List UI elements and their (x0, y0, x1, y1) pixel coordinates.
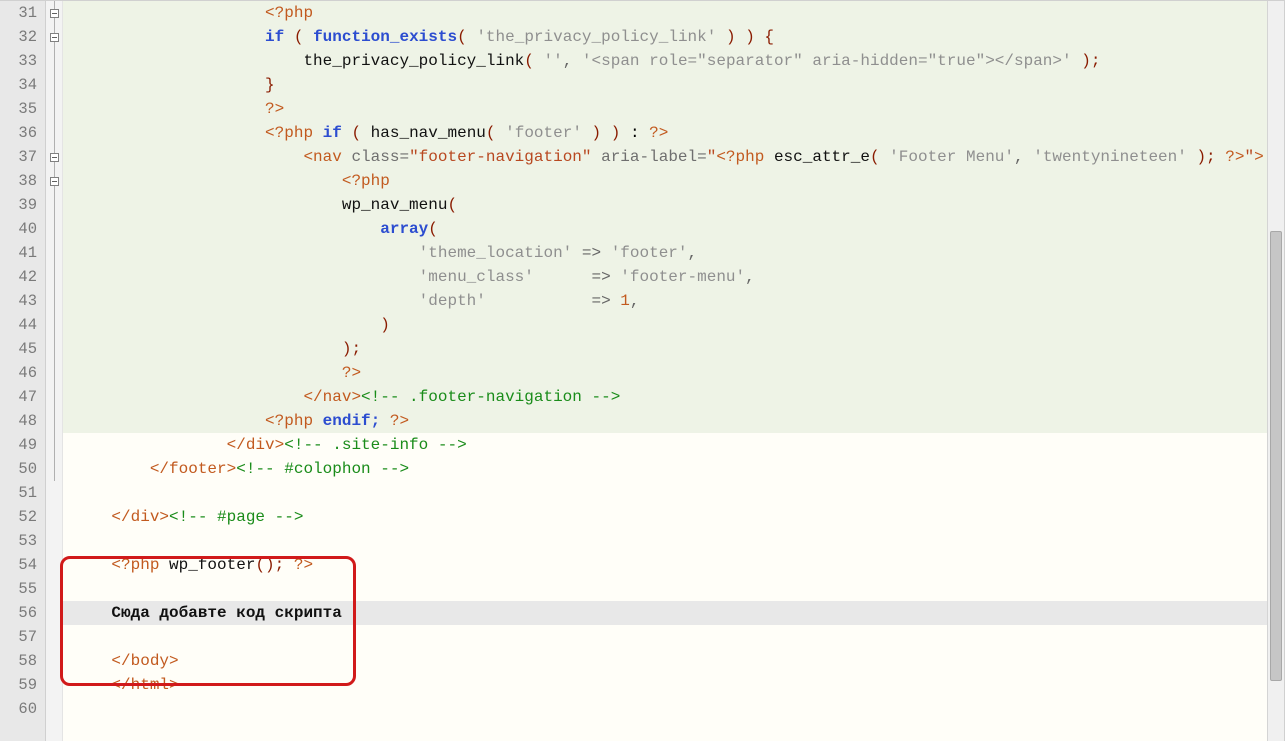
line-number: 47 (0, 385, 37, 409)
code-line[interactable]: </body> (63, 649, 1284, 673)
code-line[interactable]: </footer><!-- #colophon --> (63, 457, 1284, 481)
code-line[interactable]: <nav class="footer-navigation" aria-labe… (63, 145, 1284, 169)
scrollbar-thumb[interactable] (1270, 231, 1282, 681)
line-number: 36 (0, 121, 37, 145)
annotation-text: Сюда добавте код скрипта (111, 604, 341, 622)
code-line[interactable]: <?php if ( has_nav_menu( 'footer' ) ) : … (63, 121, 1284, 145)
line-number: 31 (0, 1, 37, 25)
line-number: 55 (0, 577, 37, 601)
code-line[interactable]: <?php (63, 169, 1284, 193)
line-number: 41 (0, 241, 37, 265)
code-line[interactable]: <?php wp_footer(); ?> (63, 553, 1284, 577)
line-number: 50 (0, 457, 37, 481)
line-number: 38 (0, 169, 37, 193)
code-line[interactable]: </nav><!-- .footer-navigation --> (63, 385, 1284, 409)
line-number: 40 (0, 217, 37, 241)
fold-toggle-icon[interactable] (50, 33, 59, 42)
line-number-gutter: 31 32 33 34 35 36 37 38 39 40 41 42 43 4… (0, 1, 46, 741)
code-line[interactable]: the_privacy_policy_link( '', '<span role… (63, 49, 1284, 73)
line-number: 56 (0, 601, 37, 625)
code-line[interactable]: <?php endif; ?> (63, 409, 1284, 433)
code-line[interactable] (63, 697, 1284, 721)
line-number: 45 (0, 337, 37, 361)
code-line[interactable] (63, 625, 1284, 649)
code-line[interactable]: </div><!-- .site-info --> (63, 433, 1284, 457)
code-line[interactable]: 'menu_class' => 'footer-menu', (63, 265, 1284, 289)
code-line[interactable] (63, 529, 1284, 553)
code-line[interactable]: array( (63, 217, 1284, 241)
line-number: 60 (0, 697, 37, 721)
code-line[interactable]: } (63, 73, 1284, 97)
code-line[interactable]: ?> (63, 97, 1284, 121)
line-number: 53 (0, 529, 37, 553)
code-line[interactable]: ) (63, 313, 1284, 337)
line-number: 44 (0, 313, 37, 337)
fold-column (46, 1, 63, 741)
line-number: 48 (0, 409, 37, 433)
code-line[interactable] (63, 481, 1284, 505)
vertical-scrollbar[interactable] (1267, 1, 1284, 741)
fold-toggle-icon[interactable] (50, 153, 59, 162)
line-number: 42 (0, 265, 37, 289)
line-number: 43 (0, 289, 37, 313)
fold-toggle-icon[interactable] (50, 177, 59, 186)
code-editor[interactable]: 31 32 33 34 35 36 37 38 39 40 41 42 43 4… (0, 0, 1285, 741)
code-line[interactable]: if ( function_exists( 'the_privacy_polic… (63, 25, 1284, 49)
code-area[interactable]: <?php if ( function_exists( 'the_privacy… (63, 1, 1284, 741)
line-number: 33 (0, 49, 37, 73)
code-line[interactable]: ?> (63, 361, 1284, 385)
line-number: 52 (0, 505, 37, 529)
code-line[interactable]: </div><!-- #page --> (63, 505, 1284, 529)
line-number: 49 (0, 433, 37, 457)
line-number: 51 (0, 481, 37, 505)
code-line[interactable]: 'theme_location' => 'footer', (63, 241, 1284, 265)
line-number: 32 (0, 25, 37, 49)
code-line[interactable]: <?php (63, 1, 1284, 25)
line-number: 35 (0, 97, 37, 121)
code-line-current[interactable]: Сюда добавте код скрипта (63, 601, 1284, 625)
code-line[interactable] (63, 577, 1284, 601)
line-number: 39 (0, 193, 37, 217)
code-line[interactable]: </html> (63, 673, 1284, 697)
line-number: 37 (0, 145, 37, 169)
line-number: 57 (0, 625, 37, 649)
line-number: 59 (0, 673, 37, 697)
code-line[interactable]: ); (63, 337, 1284, 361)
line-number: 46 (0, 361, 37, 385)
fold-toggle-icon[interactable] (50, 9, 59, 18)
code-line[interactable]: 'depth' => 1, (63, 289, 1284, 313)
line-number: 34 (0, 73, 37, 97)
line-number: 58 (0, 649, 37, 673)
line-number: 54 (0, 553, 37, 577)
code-line[interactable]: wp_nav_menu( (63, 193, 1284, 217)
